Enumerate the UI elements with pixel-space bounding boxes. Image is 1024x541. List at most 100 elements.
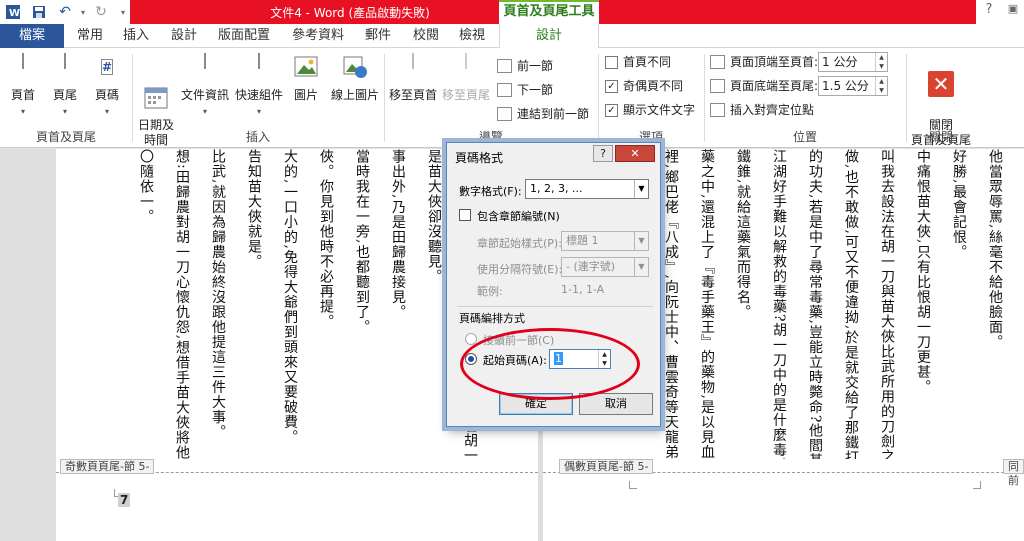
left-text-column[interactable]: 想:田歸農對胡一刀心懷仇怨,想借手苗大俠將他殺 xyxy=(174,149,190,459)
dialog-title: 頁碼格式 xyxy=(455,151,504,165)
spinner-arrows-icon[interactable]: ▲ ▼ xyxy=(598,350,610,368)
right-text-column[interactable]: 中痛恨苗大俠,只有比恨胡一刀更甚。 xyxy=(915,149,931,459)
header-from-top-spinner[interactable]: 1 公分 ▲ ▼ xyxy=(818,52,888,72)
group-label-header-footer: 頁首及頁尾 xyxy=(35,130,96,144)
goto-footer-icon xyxy=(453,53,479,84)
group-label-close: 關閉 xyxy=(928,130,953,144)
group-label-position: 位置 xyxy=(792,130,817,144)
document-info-button[interactable]: 文件資訊 ▾ xyxy=(180,53,230,119)
close-icon: ✕ xyxy=(928,71,954,97)
header-position-icon xyxy=(710,55,725,69)
separator-label: 使用分隔符號(E): xyxy=(477,263,563,276)
previous-section-button[interactable]: 前一節 xyxy=(497,56,553,76)
margin-mark xyxy=(973,481,981,489)
link-previous-button[interactable]: 連結到前一節 xyxy=(497,104,589,124)
tab-references[interactable]: 參考資料 xyxy=(284,24,352,48)
page-number-button[interactable]: # 頁碼 ▾ xyxy=(90,54,124,119)
cancel-button[interactable]: 取消 xyxy=(579,393,653,415)
right-text-column[interactable]: 叫我去設法在胡一刀與苗大俠比武所用的刀劍之 xyxy=(879,149,895,459)
continue-radio[interactable] xyxy=(465,333,477,345)
margin-mark xyxy=(629,481,637,489)
footer-from-bottom-row: 頁面底端至頁尾: 1.5 公分 ▲ ▼ xyxy=(710,75,900,97)
right-text-column[interactable]: 的功夫,若是中了尋常毒藥,豈能立時斃命?他閻基 xyxy=(807,149,823,459)
dialog-help-button[interactable]: ? xyxy=(593,145,613,162)
ok-button[interactable]: 確定 xyxy=(499,393,573,415)
left-text-column[interactable]: 是苗大俠卻沒聽見。 xyxy=(426,149,442,459)
online-picture-icon xyxy=(342,54,368,84)
footer-button[interactable]: 頁尾 ▾ xyxy=(48,53,82,119)
start-at-input[interactable]: 1 ▲ ▼ xyxy=(549,349,611,369)
numbering-section-label: 頁碼編排方式 xyxy=(459,312,525,325)
pictures-button[interactable]: 圖片 xyxy=(288,54,324,103)
online-pictures-button[interactable]: 線上圖片 xyxy=(330,54,380,103)
tab-view[interactable]: 檢視 xyxy=(452,24,492,48)
dialog-close-button[interactable]: ✕ xyxy=(615,145,655,162)
left-text-column[interactable]: 比武,就因為歸農始終沒跟他提這三件大事。 xyxy=(210,149,226,459)
include-chapter-checkbox[interactable] xyxy=(459,209,471,221)
show-document-text-checkbox[interactable]: ✓ 顯示文件文字 xyxy=(603,100,695,120)
left-text-column[interactable]: 事出外,乃是田歸農接見。 xyxy=(390,149,406,459)
different-first-page-checkbox[interactable]: 首頁不同 xyxy=(603,52,671,72)
left-text-column[interactable]: 大的,一口小的,免得大爺們到頭來又要破費。 xyxy=(282,149,298,459)
help-icon[interactable]: ? xyxy=(978,2,1000,22)
next-section-button[interactable]: 下一節 xyxy=(497,80,553,100)
header-icon xyxy=(10,53,36,84)
contextual-tab-title: 頁首及頁尾工具 xyxy=(499,0,599,24)
right-text-column[interactable]: 藥之中,還混上了『毒手藥王』的藥物,是以見血 xyxy=(699,149,715,459)
separator-select: - (連字號) ▼ xyxy=(561,257,649,277)
document-info-icon xyxy=(192,53,218,84)
header-button[interactable]: 頁首 ▾ xyxy=(6,53,40,119)
start-at-radio[interactable] xyxy=(465,353,477,365)
right-text-column[interactable]: 江湖好手難以解救的毒藥?胡一刀中的是什麼毒?那 xyxy=(771,149,787,459)
picture-icon xyxy=(293,54,319,84)
left-text-column[interactable]: 俠。你見到他時不必再提。 xyxy=(318,149,334,459)
tab-header-footer-design[interactable]: 設計 xyxy=(499,24,599,49)
tab-file[interactable]: 檔案 xyxy=(0,24,64,48)
number-format-label: 數字格式(F): xyxy=(459,185,522,198)
example-value: 1-1, 1-A xyxy=(561,283,605,296)
tab-mailings[interactable]: 郵件 xyxy=(358,24,398,48)
insert-alignment-tab-button[interactable]: 插入對齊定位點 xyxy=(710,100,814,120)
ribbon-display-icon[interactable]: ▣ xyxy=(1002,2,1024,22)
tab-home[interactable]: 常用 xyxy=(70,24,110,48)
svg-text:W: W xyxy=(9,8,20,19)
footer-icon xyxy=(52,53,78,84)
undo-dropdown-icon[interactable]: ▾ xyxy=(74,3,92,21)
header-from-top-row: 頁面頂端至頁首: 1 公分 ▲ ▼ xyxy=(710,51,900,73)
save-icon[interactable] xyxy=(30,3,48,21)
footer-from-bottom-spinner[interactable]: 1.5 公分 ▲ ▼ xyxy=(818,76,888,96)
left-text-column[interactable]: 〇隨依一。 xyxy=(138,149,154,459)
right-text-column[interactable]: 鐵錐,就給這藥氣而得名。 xyxy=(735,149,751,459)
same-as-previous-tag: 同前 xyxy=(1003,459,1024,487)
tab-insert[interactable]: 插入 xyxy=(116,24,156,48)
left-text-column[interactable]: 當時我在一旁,也都聽到了。 xyxy=(354,149,370,459)
footer-position-icon xyxy=(710,79,725,93)
left-text-column[interactable]: 告知苗大俠就是。 xyxy=(246,149,262,459)
include-chapter-label: 包含章節編號(N) xyxy=(477,210,560,223)
spinner-arrows-icon[interactable]: ▲ ▼ xyxy=(875,53,887,71)
different-odd-even-checkbox[interactable]: ✓ 奇偶頁不同 xyxy=(603,76,683,96)
right-text-column[interactable]: 他當眾辱罵,絲毫不給他臉面。 xyxy=(987,149,1003,459)
tab-layout[interactable]: 版面配置 xyxy=(210,24,278,48)
word-logo-icon: W xyxy=(4,3,22,21)
redo-icon[interactable]: ↻ xyxy=(92,3,110,21)
quick-parts-button[interactable]: 快速組件 ▾ xyxy=(234,53,284,119)
dialog-separator xyxy=(457,306,653,307)
right-text-column[interactable]: 做,也不敢做,可又不便違拗,於是就交給了那鐵打 xyxy=(843,149,859,459)
ribbon-tab-row: 檔案 常用 插入 設計 版面配置 參考資料 郵件 校閱 檢視 設計 xyxy=(0,24,1024,49)
tab-design-doc[interactable]: 設計 xyxy=(164,24,204,48)
page-number-icon: # xyxy=(100,59,114,75)
goto-header-icon xyxy=(400,53,426,84)
previous-section-icon xyxy=(497,59,512,73)
page-number-field[interactable]: 7 xyxy=(118,493,131,507)
right-text-column[interactable]: 好勝,最會記恨。 xyxy=(951,149,967,459)
next-section-icon xyxy=(497,83,512,97)
right-text-column[interactable]: 裡,鄉巴佬『八成』,向阮士中、曹雲奇等天龍弟子 xyxy=(663,149,679,459)
goto-header-button[interactable]: 移至頁首 xyxy=(388,53,438,103)
word-window: W ↶ ▾ ↻ ▾ 文件4 - Word (產品啟動失敗) 頁首及頁尾工具 ? … xyxy=(0,0,1024,541)
undo-icon[interactable]: ↶ xyxy=(56,3,74,21)
number-format-select[interactable]: 1, 2, 3, ... ▼ xyxy=(525,179,649,199)
tab-review[interactable]: 校閱 xyxy=(406,24,446,48)
spinner-arrows-icon[interactable]: ▲ ▼ xyxy=(875,77,887,95)
start-at-label: 起始頁碼(A): xyxy=(483,354,547,367)
